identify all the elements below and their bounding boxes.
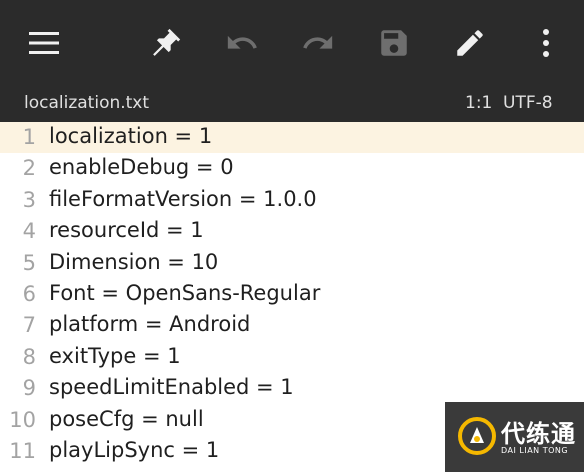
line-number: 8 bbox=[22, 344, 36, 369]
line-text[interactable]: resourceId = 1 bbox=[49, 218, 204, 242]
watermark-logo: 代练通 DAI LIAN TONG bbox=[445, 402, 584, 472]
menu-icon bbox=[29, 32, 59, 54]
line-number: 6 bbox=[22, 281, 36, 306]
editor-line[interactable]: 6 Font = OpenSans-Regular bbox=[0, 279, 584, 310]
editor-line[interactable]: 5 Dimension = 10 bbox=[0, 248, 584, 279]
editor-line[interactable]: 1 localization = 1 bbox=[0, 122, 584, 154]
pencil-icon bbox=[457, 30, 483, 56]
editor-line[interactable]: 7 platform = Android bbox=[0, 310, 584, 341]
top-toolbar bbox=[0, 0, 584, 86]
line-text[interactable]: Dimension = 10 bbox=[49, 250, 218, 274]
line-number: 10 bbox=[9, 407, 36, 432]
cursor-position: 1:1 bbox=[465, 93, 493, 113]
line-number: 5 bbox=[22, 250, 36, 275]
line-text[interactable]: Font = OpenSans-Regular bbox=[49, 281, 320, 305]
save-button[interactable] bbox=[372, 21, 416, 65]
line-text[interactable]: fileFormatVersion = 1.0.0 bbox=[49, 187, 317, 211]
redo-button[interactable] bbox=[296, 21, 340, 65]
more-vert-icon bbox=[543, 29, 549, 57]
line-number: 7 bbox=[22, 313, 36, 338]
watermark-title: 代练通 bbox=[501, 420, 576, 448]
logo-icon bbox=[458, 417, 496, 455]
menu-button[interactable] bbox=[22, 21, 66, 65]
file-name: localization.txt bbox=[24, 93, 150, 113]
line-text[interactable]: speedLimitEnabled = 1 bbox=[49, 375, 294, 399]
line-text[interactable]: playLipSync = 1 bbox=[49, 438, 219, 462]
line-number: 4 bbox=[22, 219, 36, 244]
more-options-button[interactable] bbox=[524, 21, 568, 65]
file-encoding[interactable]: UTF-8 bbox=[503, 93, 553, 113]
save-icon bbox=[381, 30, 407, 56]
line-number: 2 bbox=[22, 156, 36, 181]
pin-icon bbox=[153, 28, 181, 56]
editor-line[interactable]: 9 speedLimitEnabled = 1 bbox=[0, 373, 584, 404]
file-status-bar: localization.txt 1:1 UTF-8 bbox=[0, 86, 584, 122]
undo-icon bbox=[227, 35, 257, 49]
line-number: 9 bbox=[22, 376, 36, 401]
edit-button[interactable] bbox=[448, 21, 492, 65]
line-text[interactable]: exitType = 1 bbox=[49, 344, 181, 368]
pin-button[interactable] bbox=[144, 21, 188, 65]
line-text[interactable]: enableDebug = 0 bbox=[49, 155, 234, 179]
line-number: 11 bbox=[9, 438, 36, 463]
watermark-subtitle: DAI LIAN TONG bbox=[501, 446, 569, 455]
editor-line[interactable]: 4 resourceId = 1 bbox=[0, 216, 584, 247]
editor-line[interactable]: 8 exitType = 1 bbox=[0, 342, 584, 373]
line-text[interactable]: platform = Android bbox=[49, 312, 250, 336]
line-text[interactable]: poseCfg = null bbox=[49, 407, 204, 431]
line-text[interactable]: localization = 1 bbox=[49, 124, 212, 148]
editor-line[interactable]: 2 enableDebug = 0 bbox=[0, 153, 584, 184]
redo-icon bbox=[303, 35, 333, 49]
editor-line[interactable]: 3 fileFormatVersion = 1.0.0 bbox=[0, 185, 584, 216]
line-number: 1 bbox=[22, 125, 36, 149]
undo-button[interactable] bbox=[220, 21, 264, 65]
line-number: 3 bbox=[22, 187, 36, 212]
